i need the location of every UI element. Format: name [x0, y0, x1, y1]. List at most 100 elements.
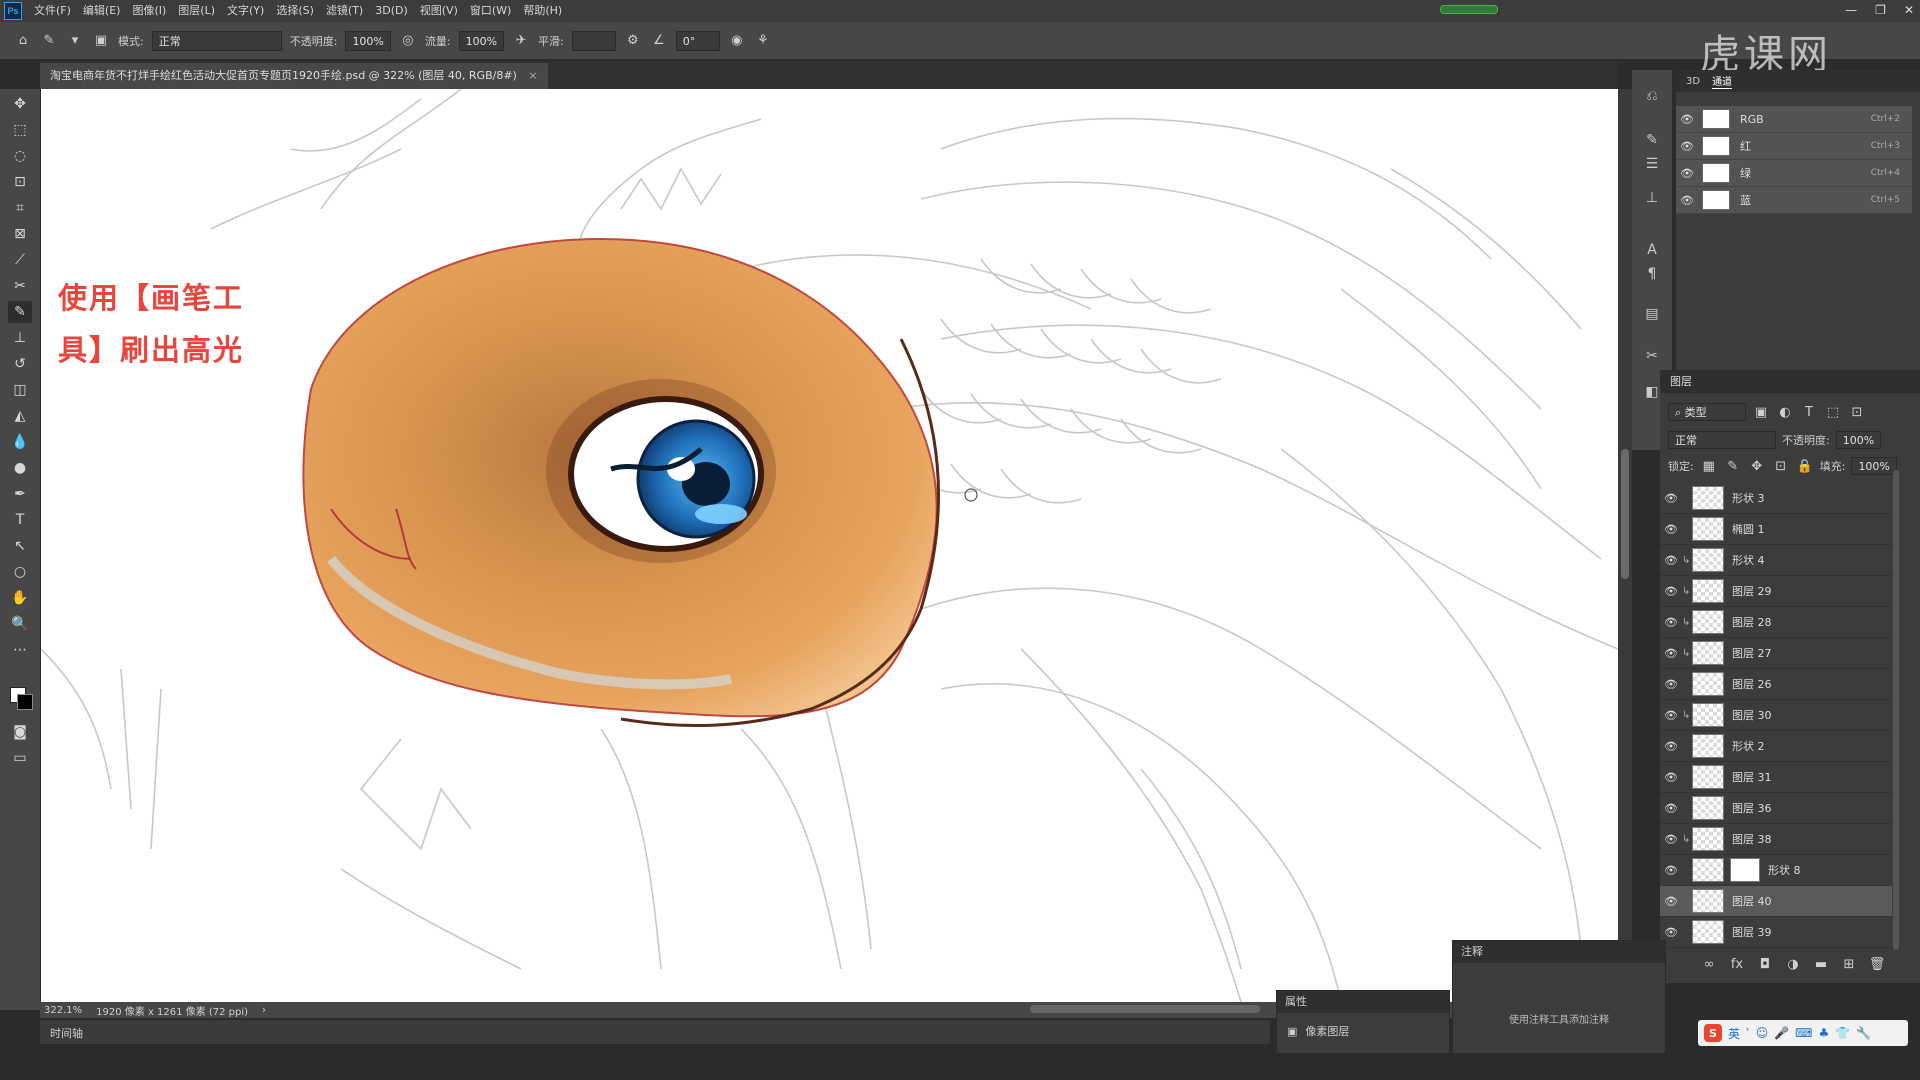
blur-tool-icon[interactable]: 💧: [8, 431, 32, 453]
marquee-tool-icon[interactable]: ⬚: [8, 119, 32, 141]
menu-image[interactable]: 图像(I): [126, 0, 172, 22]
eye-icon[interactable]: 👁: [1660, 492, 1682, 505]
properties-title[interactable]: 属性: [1277, 991, 1449, 1013]
layers-scrollbar[interactable]: [1893, 470, 1899, 950]
adjustments-icon[interactable]: ☰: [1642, 154, 1662, 174]
lock-transparent-icon[interactable]: ▦: [1700, 457, 1718, 475]
horizontal-scrollbar[interactable]: [1030, 1005, 1260, 1013]
quick-mask-icon[interactable]: ◙: [8, 721, 32, 743]
opacity-field[interactable]: 100%: [345, 30, 391, 51]
document-tab[interactable]: 淘宝电商年货不打烊手绘红色活动大促首页专题页1920手绘.psd @ 322% …: [40, 63, 548, 89]
restore-button[interactable]: ❐: [1875, 0, 1886, 20]
vertical-scrollbar[interactable]: [1618, 89, 1632, 1002]
symmetry-icon[interactable]: ⚘: [754, 32, 772, 50]
eye-icon[interactable]: 👁: [1660, 709, 1682, 722]
channel-green[interactable]: 👁 绿 Ctrl+4: [1676, 160, 1912, 187]
channel-rgb[interactable]: 👁 RGB Ctrl+2: [1676, 106, 1912, 133]
healing-tool-icon[interactable]: ✂: [8, 275, 32, 297]
notes-title[interactable]: 注释: [1453, 941, 1665, 963]
type-tool-icon[interactable]: T: [8, 509, 32, 531]
toolbox-icon[interactable]: 👕: [1835, 1026, 1850, 1040]
settings-wrench-icon[interactable]: 🔧: [1856, 1026, 1871, 1040]
eye-icon[interactable]: 👁: [1660, 895, 1682, 908]
punctuation-icon[interactable]: ʾ: [1746, 1026, 1750, 1040]
menu-view[interactable]: 视图(V): [414, 0, 464, 22]
adjustment-layer-icon[interactable]: ◑: [1784, 955, 1802, 973]
frame-tool-icon[interactable]: ⊠: [8, 223, 32, 245]
libraries-icon[interactable]: ▤: [1642, 304, 1662, 324]
eye-icon[interactable]: 👁: [1660, 523, 1682, 536]
close-button[interactable]: ✕: [1904, 0, 1914, 20]
menu-window[interactable]: 窗口(W): [464, 0, 517, 22]
clone-source-icon[interactable]: ⊥: [1642, 188, 1662, 208]
brush-size-icon[interactable]: ▾: [66, 32, 84, 50]
menu-help[interactable]: 帮助(H): [517, 0, 568, 22]
hand-tool-icon[interactable]: ✋: [8, 587, 32, 609]
pressure-opacity-icon[interactable]: ◎: [399, 32, 417, 50]
lock-position-icon[interactable]: ✥: [1748, 457, 1766, 475]
gear-icon[interactable]: ⚙: [624, 32, 642, 50]
dodge-tool-icon[interactable]: ●: [8, 457, 32, 479]
history-brush-tool-icon[interactable]: ↺: [8, 353, 32, 375]
brush-preset-icon[interactable]: ✎: [40, 32, 58, 50]
eye-icon[interactable]: 👁: [1660, 647, 1682, 660]
minimize-button[interactable]: —: [1845, 0, 1857, 20]
lasso-tool-icon[interactable]: ◌: [8, 145, 32, 167]
menu-3d[interactable]: 3D(D): [369, 0, 414, 22]
tab-3d[interactable]: 3D: [1686, 76, 1700, 87]
lock-pixels-icon[interactable]: ✎: [1724, 457, 1742, 475]
layer-row[interactable]: 👁 椭圆 1: [1660, 514, 1892, 545]
gradient-tool-icon[interactable]: ◭: [8, 405, 32, 427]
filter-smart-icon[interactable]: ⊡: [1848, 403, 1866, 421]
eye-icon[interactable]: 👁: [1660, 864, 1682, 877]
filter-type-icon[interactable]: T: [1800, 403, 1818, 421]
eye-icon[interactable]: 👁: [1660, 771, 1682, 784]
delete-layer-icon[interactable]: 🗑: [1868, 955, 1886, 973]
menu-filter[interactable]: 滤镜(T): [320, 0, 369, 22]
eyedropper-tool-icon[interactable]: ⟋: [8, 249, 32, 271]
zoom-tool-icon[interactable]: 🔍: [8, 613, 32, 635]
timeline-label[interactable]: 时间轴: [50, 1025, 83, 1041]
layer-row-selected[interactable]: 👁 图层 40: [1660, 886, 1892, 917]
eye-icon[interactable]: 👁: [1676, 113, 1698, 126]
blend-mode-select[interactable]: 正常: [1668, 431, 1776, 449]
move-tool-icon[interactable]: ✥: [8, 93, 32, 115]
layer-filter-select[interactable]: ⌕ 类型: [1668, 403, 1746, 421]
smooth-field[interactable]: [571, 30, 616, 51]
shape-tool-icon[interactable]: ○: [8, 561, 32, 583]
skin-icon[interactable]: ♣: [1819, 1026, 1830, 1040]
add-mask-icon[interactable]: ◘: [1756, 955, 1774, 973]
document-canvas[interactable]: [41, 89, 1618, 1002]
layer-row[interactable]: 👁 形状 8: [1660, 855, 1892, 886]
status-arrow-icon[interactable]: ›: [262, 1005, 266, 1016]
crop-tool-icon[interactable]: ⌗: [8, 197, 32, 219]
brush-tool-icon[interactable]: ✎: [8, 301, 32, 323]
lock-all-icon[interactable]: 🔒: [1796, 457, 1814, 475]
eye-icon[interactable]: 👁: [1676, 194, 1698, 207]
layer-comps-icon[interactable]: ◧: [1642, 382, 1662, 402]
layer-row[interactable]: 👁 图层 26: [1660, 669, 1892, 700]
eye-icon[interactable]: 👁: [1660, 678, 1682, 691]
clone-stamp-tool-icon[interactable]: ⊥: [8, 327, 32, 349]
layer-row[interactable]: 👁 ↳ 图层 29: [1660, 576, 1892, 607]
filter-shape-icon[interactable]: ⬚: [1824, 403, 1842, 421]
eye-icon[interactable]: 👁: [1660, 554, 1682, 567]
eye-icon[interactable]: 👁: [1660, 802, 1682, 815]
layer-row[interactable]: 👁 ↳ 图层 27: [1660, 638, 1892, 669]
eye-icon[interactable]: 👁: [1660, 833, 1682, 846]
flow-field[interactable]: 100%: [458, 30, 505, 51]
new-group-icon[interactable]: ▬: [1812, 955, 1830, 973]
tool-presets-icon[interactable]: ✂: [1642, 346, 1662, 366]
menu-edit[interactable]: 编辑(E): [77, 0, 127, 22]
eye-icon[interactable]: 👁: [1676, 167, 1698, 180]
layer-row[interactable]: 👁 图层 31: [1660, 762, 1892, 793]
character-icon[interactable]: A: [1642, 240, 1662, 260]
paragraph-icon[interactable]: ¶: [1642, 264, 1662, 284]
lock-artboard-icon[interactable]: ⊡: [1772, 457, 1790, 475]
keyboard-icon[interactable]: ⌨: [1795, 1026, 1812, 1040]
layer-row[interactable]: 👁 形状 2: [1660, 731, 1892, 762]
home-icon[interactable]: ⌂: [14, 32, 32, 50]
filter-adjust-icon[interactable]: ◐: [1776, 403, 1794, 421]
layer-row[interactable]: 👁 ↳ 图层 30: [1660, 700, 1892, 731]
zoom-level[interactable]: 322.1%: [44, 1005, 82, 1016]
